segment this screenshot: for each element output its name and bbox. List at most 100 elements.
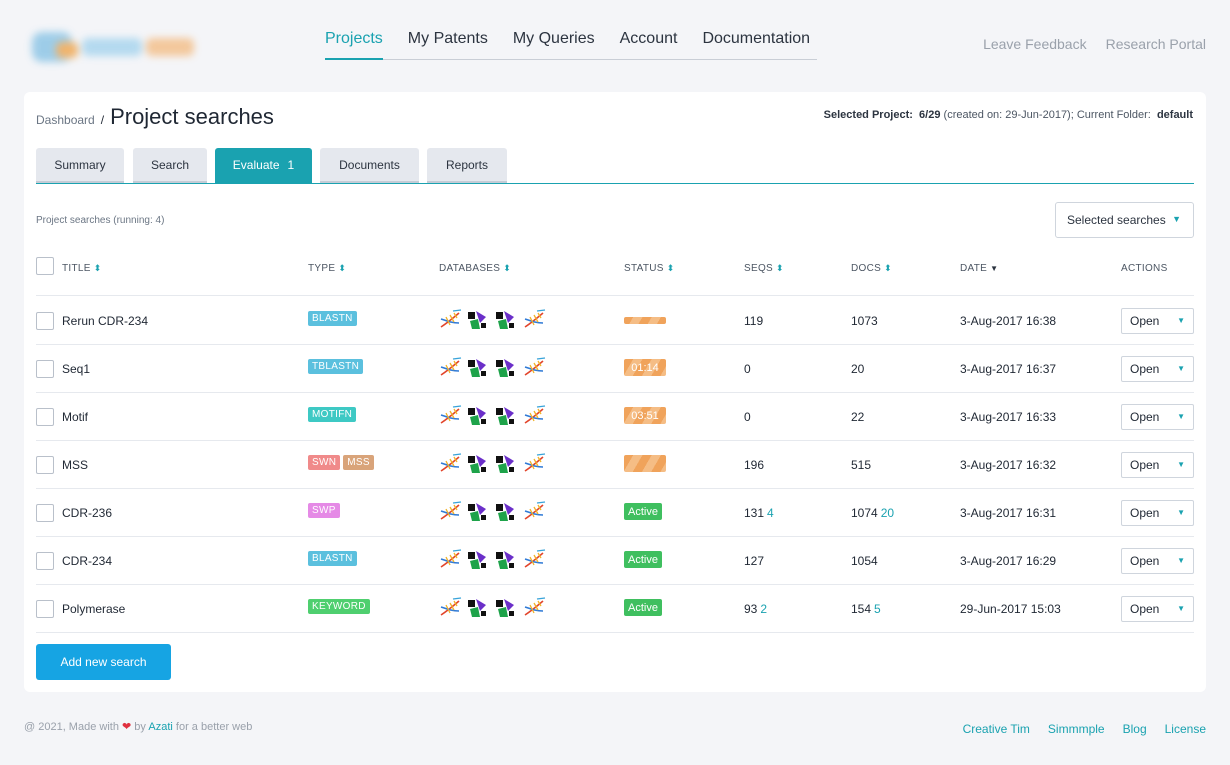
- search-title[interactable]: CDR-234: [62, 554, 112, 568]
- search-title[interactable]: Rerun CDR-234: [62, 314, 148, 328]
- table-header: TITLE ⬍ TYPE ⬍ DATABASES ⬍ STATUS ⬍ SEQS ⬍ DO…: [36, 257, 1194, 296]
- open-action-dropdown[interactable]: Open ▼: [1121, 500, 1194, 526]
- status-progress-bar: [624, 455, 666, 472]
- molecule-icon: [494, 357, 516, 377]
- leave-feedback-link[interactable]: Leave Feedback: [983, 36, 1087, 52]
- nav-my-patents[interactable]: My Patents: [408, 30, 488, 59]
- new-seqs-count[interactable]: 2: [760, 602, 767, 616]
- status-progress-bar: [624, 317, 666, 324]
- molecule-icon: [466, 453, 488, 473]
- table-row: Rerun CDR-234 BLASTN 119 1073 3-Aug-2017 16:…: [36, 297, 1194, 345]
- row-checkbox[interactable]: [36, 504, 54, 522]
- new-docs-count[interactable]: 20: [881, 506, 894, 520]
- seqs-count: 0: [744, 362, 751, 376]
- tab-search[interactable]: Search: [133, 148, 207, 183]
- row-checkbox[interactable]: [36, 312, 54, 330]
- col-seqs[interactable]: SEQS ⬍: [744, 263, 784, 274]
- sort-icon: ⬍: [503, 263, 512, 273]
- project-created: (created on: 29-Jun-2017); Current Folde…: [943, 109, 1151, 121]
- search-types: BLASTN: [308, 551, 357, 566]
- nav-documentation[interactable]: Documentation: [702, 30, 810, 59]
- tab-summary[interactable]: Summary: [36, 148, 124, 183]
- col-date[interactable]: DATE ▼: [960, 263, 998, 274]
- search-title[interactable]: Seq1: [62, 362, 90, 376]
- caret-down-icon: ▼: [1172, 214, 1181, 224]
- research-portal-link[interactable]: Research Portal: [1106, 36, 1206, 52]
- footer-link-creative-tim[interactable]: Creative Tim: [963, 722, 1030, 736]
- header-links: Leave Feedback Research Portal: [983, 36, 1206, 52]
- database-icons: [438, 453, 546, 473]
- breadcrumb-dashboard[interactable]: Dashboard: [36, 113, 95, 127]
- project-label: Selected Project:: [823, 109, 913, 121]
- dna-icon: [522, 309, 546, 329]
- row-checkbox[interactable]: [36, 600, 54, 618]
- sort-icon: ⬍: [776, 263, 784, 273]
- top-navigation: Projects My Patents My Queries Account D…: [0, 0, 1230, 85]
- new-seqs-count[interactable]: 4: [767, 506, 774, 520]
- row-checkbox[interactable]: [36, 552, 54, 570]
- docs-count: 1054: [851, 554, 878, 568]
- azati-link[interactable]: Azati: [148, 721, 172, 733]
- status-badge: Active: [624, 503, 662, 520]
- row-checkbox[interactable]: [36, 360, 54, 378]
- nav-projects[interactable]: Projects: [325, 30, 383, 60]
- status-badge: Active: [624, 551, 662, 568]
- new-docs-count[interactable]: 5: [874, 602, 881, 616]
- search-title[interactable]: CDR-236: [62, 506, 112, 520]
- molecule-icon: [494, 405, 516, 425]
- dna-icon: [438, 597, 462, 617]
- database-icons: [438, 357, 546, 377]
- nav-my-queries[interactable]: My Queries: [513, 30, 595, 59]
- tab-documents[interactable]: Documents: [320, 148, 419, 183]
- type-badge: BLASTN: [308, 311, 357, 326]
- molecule-icon: [466, 501, 488, 521]
- col-title[interactable]: TITLE ⬍: [62, 263, 102, 274]
- footer-link-simmmple[interactable]: Simmmple: [1048, 722, 1105, 736]
- brand-logo[interactable]: [26, 26, 201, 68]
- dna-icon: [438, 453, 462, 473]
- tab-evaluate[interactable]: Evaluate 1: [215, 148, 312, 183]
- molecule-icon: [466, 597, 488, 617]
- open-action-dropdown[interactable]: Open ▼: [1121, 308, 1194, 334]
- caret-down-icon: ▼: [1177, 316, 1185, 325]
- col-databases[interactable]: DATABASES ⬍: [439, 263, 511, 274]
- dna-icon: [522, 549, 546, 569]
- open-action-dropdown[interactable]: Open ▼: [1121, 452, 1194, 478]
- col-docs[interactable]: DOCS ⬍: [851, 263, 892, 274]
- breadcrumb: Dashboard / Project searches: [36, 104, 274, 130]
- docs-count: 154 5: [851, 602, 881, 616]
- docs-count: 1073: [851, 314, 878, 328]
- footer-link-blog[interactable]: Blog: [1123, 722, 1147, 736]
- col-type[interactable]: TYPE ⬍: [308, 263, 346, 274]
- molecule-icon: [466, 405, 488, 425]
- open-action-dropdown[interactable]: Open ▼: [1121, 404, 1194, 430]
- docs-count: 22: [851, 410, 865, 424]
- project-folder: default: [1156, 109, 1193, 121]
- row-checkbox[interactable]: [36, 456, 54, 474]
- search-title[interactable]: Polymerase: [62, 602, 125, 616]
- tab-reports[interactable]: Reports: [427, 148, 507, 183]
- nav-account[interactable]: Account: [620, 30, 678, 59]
- tab-label: Reports: [445, 157, 489, 172]
- search-date: 3-Aug-2017 16:32: [960, 458, 1057, 472]
- search-title[interactable]: Motif: [62, 410, 88, 424]
- selected-searches-dropdown[interactable]: Selected searches ▼: [1055, 202, 1194, 238]
- footer-link-license[interactable]: License: [1165, 722, 1206, 736]
- dna-icon: [522, 405, 546, 425]
- project-value: 6/29: [919, 109, 941, 121]
- type-badge: BLASTN: [308, 551, 357, 566]
- open-action-dropdown[interactable]: Open ▼: [1121, 548, 1194, 574]
- add-new-search-button[interactable]: Add new search: [36, 644, 171, 680]
- molecule-icon: [494, 309, 516, 329]
- search-title[interactable]: MSS: [62, 458, 88, 472]
- search-types: MOTIFN: [308, 407, 357, 422]
- select-all-checkbox[interactable]: [36, 257, 54, 275]
- open-action-dropdown[interactable]: Open ▼: [1121, 356, 1194, 382]
- row-checkbox[interactable]: [36, 408, 54, 426]
- table-row: MSS SWN MSS 196 515 3-Aug-2017 16:32 Open ▼: [36, 441, 1194, 489]
- open-action-dropdown[interactable]: Open ▼: [1121, 596, 1194, 622]
- col-status[interactable]: STATUS ⬍: [624, 263, 675, 274]
- dna-icon: [438, 309, 462, 329]
- table-row: CDR-234 BLASTN Active 127 1054 3-Aug-2017 16:…: [36, 537, 1194, 585]
- table-row: CDR-236 SWP Active 131 4 1074 20 3-Aug-2017 16:…: [36, 489, 1194, 537]
